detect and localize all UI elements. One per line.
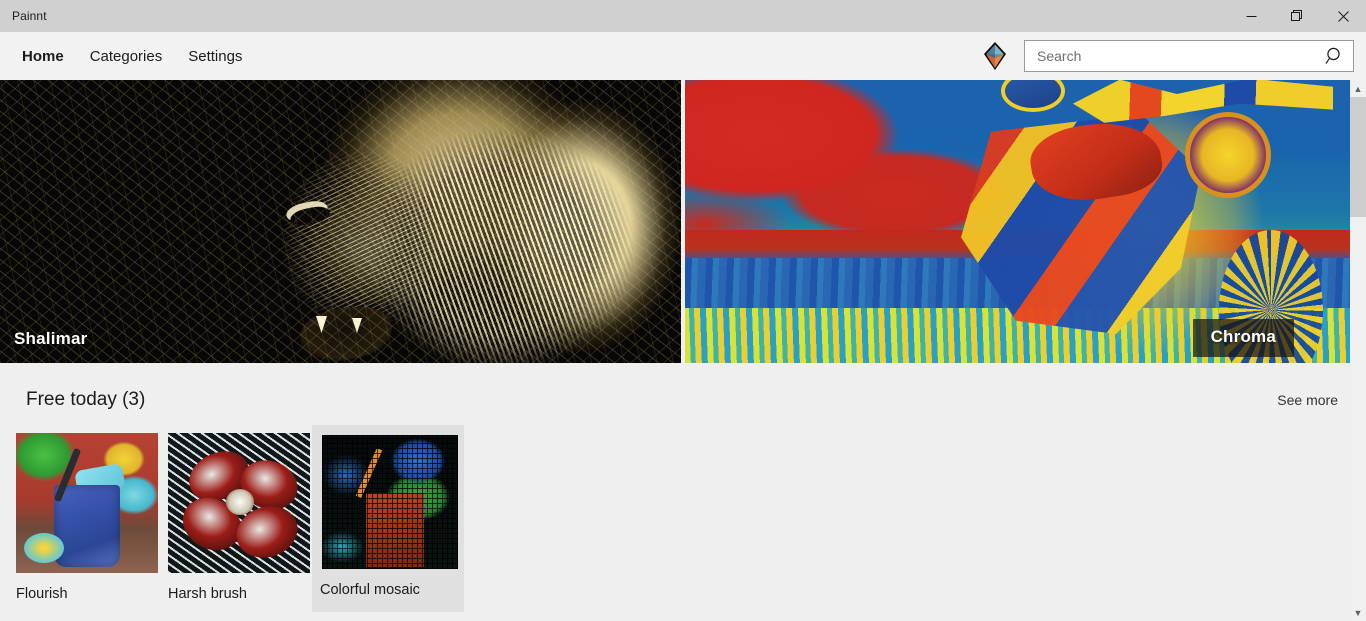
card-flourish[interactable]: Flourish [8, 425, 160, 612]
nav-right-group [982, 32, 1354, 80]
search-box[interactable] [1024, 40, 1354, 72]
hero-row: Shalimar Chroma [0, 80, 1351, 363]
content-area: Shalimar Chroma Free today (3) See more … [0, 80, 1366, 621]
card-label-colorful-mosaic: Colorful mosaic [320, 582, 420, 598]
thumbnail-flourish [16, 433, 158, 573]
search-input[interactable] [1025, 41, 1353, 71]
card-colorful-mosaic[interactable]: Colorful mosaic [312, 425, 464, 612]
hero-label-chroma: Chroma [1192, 319, 1294, 357]
scroll-up-arrow-icon[interactable]: ▲ [1350, 80, 1366, 97]
lion-artwork [0, 80, 681, 363]
nav-item-categories[interactable]: Categories [80, 42, 173, 71]
card-label-flourish: Flourish [16, 586, 68, 602]
title-bar: Painnt [0, 0, 1366, 32]
restore-button[interactable] [1274, 0, 1320, 32]
close-button[interactable] [1320, 0, 1366, 32]
hero-label-shalimar: Shalimar [14, 329, 88, 348]
minimize-button[interactable] [1228, 0, 1274, 32]
restore-icon [1291, 10, 1302, 21]
thumbnail-colorful-mosaic [322, 435, 458, 569]
thumbnail-harsh-brush [168, 433, 310, 573]
search-icon[interactable] [1325, 46, 1345, 66]
nav-bar: Home Categories Settings [0, 32, 1366, 80]
painnt-gem-logo-icon[interactable] [982, 41, 1008, 71]
window-controls [1228, 0, 1366, 32]
section-header-free-today: Free today (3) See more [0, 363, 1366, 411]
section-title: Free today (3) [26, 389, 146, 410]
see-more-link[interactable]: See more [1277, 392, 1338, 408]
nav-item-settings[interactable]: Settings [178, 42, 252, 71]
scroll-down-arrow-icon[interactable]: ▼ [1350, 604, 1366, 621]
nav-items: Home Categories Settings [0, 42, 252, 71]
hero-card-shalimar[interactable]: Shalimar [0, 80, 681, 363]
hero-card-chroma[interactable]: Chroma [685, 80, 1351, 363]
card-label-harsh-brush: Harsh brush [168, 586, 247, 602]
card-list: Flourish Harsh brush Colorful mosaic [0, 411, 1366, 612]
scrollbar-track[interactable] [1350, 97, 1366, 604]
close-icon [1337, 10, 1349, 22]
scrollbar-thumb[interactable] [1350, 97, 1366, 217]
window-title: Painnt [12, 9, 47, 23]
vertical-scrollbar[interactable]: ▲ ▼ [1350, 80, 1366, 621]
card-harsh-brush[interactable]: Harsh brush [160, 425, 312, 612]
nav-item-home[interactable]: Home [12, 42, 74, 71]
minimize-icon [1246, 15, 1256, 17]
